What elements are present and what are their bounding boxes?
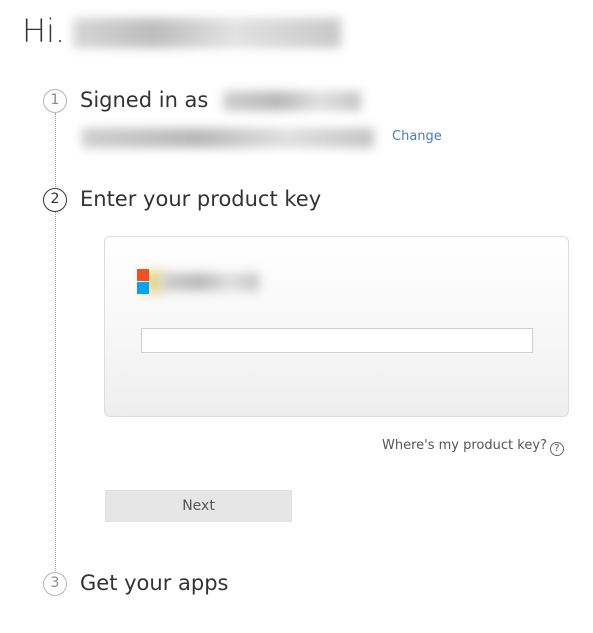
step-1-title: Signed in as <box>80 88 209 112</box>
change-account-link[interactable]: Change <box>392 129 442 144</box>
setup-page: Hi. 1 Signed in as Change 2 Enter your p… <box>0 0 593 633</box>
question-circle-icon: ? <box>549 442 564 456</box>
step-3-title: Get your apps <box>80 571 229 595</box>
step-1-number: 1 <box>43 89 67 113</box>
help-link-text: Where's my product key? <box>382 438 547 453</box>
greeting-text: Hi. <box>22 12 66 50</box>
step-1-title-row: Signed in as <box>80 88 362 112</box>
redacted-username <box>223 91 362 111</box>
step-3-number: 3 <box>43 572 67 596</box>
redacted-account-email <box>82 128 374 148</box>
wheres-my-product-key-link[interactable]: Where's my product key?? <box>382 438 564 456</box>
product-key-input[interactable] <box>141 328 533 353</box>
step-2-number: 2 <box>43 188 67 212</box>
product-key-card <box>104 236 569 417</box>
microsoft-logo-icon <box>137 269 163 295</box>
steps-timeline-line <box>55 113 56 571</box>
step-2-title: Enter your product key <box>80 187 322 211</box>
greeting-heading: Hi. <box>22 12 342 50</box>
redacted-greeting-text <box>73 18 342 48</box>
next-button[interactable]: Next <box>105 490 292 522</box>
redacted-brand-name <box>161 273 259 291</box>
